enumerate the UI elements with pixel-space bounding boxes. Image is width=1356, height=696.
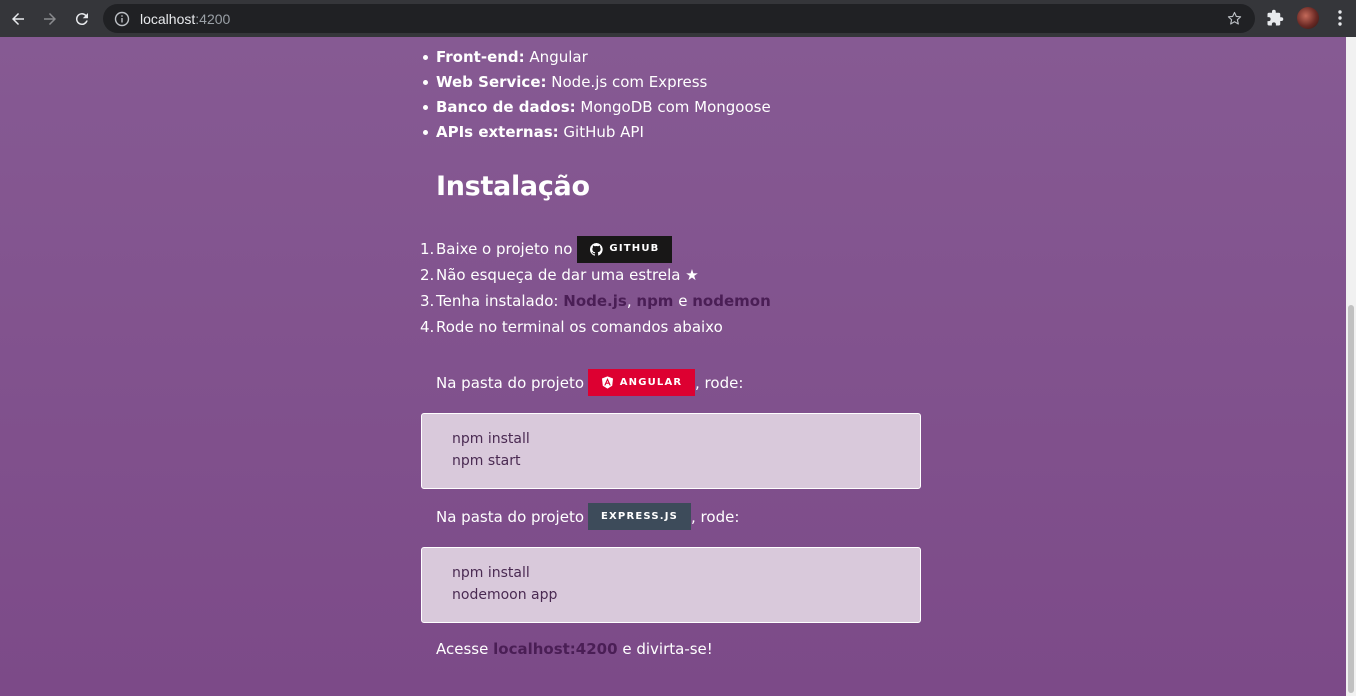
- stack-value: MongoDB com Mongoose: [575, 98, 771, 116]
- address-bar[interactable]: localhost:4200: [103, 4, 1255, 33]
- install-heading: Instalação: [436, 171, 590, 202]
- angular-badge-label: ANGULAR: [619, 377, 683, 388]
- url-text: localhost:4200: [140, 11, 230, 27]
- stack-value: GitHub API: [558, 123, 644, 141]
- bookmark-star-icon[interactable]: [1226, 10, 1243, 27]
- back-button[interactable]: [4, 5, 32, 33]
- angular-badge[interactable]: ANGULAR: [588, 369, 696, 396]
- step-text: Não esqueça de dar uma estrela ★: [436, 266, 699, 284]
- express-badge[interactable]: EXPRESS.JS: [588, 503, 692, 530]
- final-instruction: Acesse localhost:4200 e divirta-se!: [436, 640, 713, 658]
- step-number: 3.: [420, 292, 435, 310]
- para-text: e divirta-se!: [622, 640, 713, 658]
- angular-code-block: npm install npm start: [421, 413, 921, 489]
- list-item: Front-end: Angular: [420, 45, 771, 70]
- step-number: 2.: [420, 266, 435, 284]
- stack-label: Banco de dados:: [436, 98, 576, 116]
- list-item: 3. Tenha instalado: Node.js, npm e nodem…: [420, 288, 771, 314]
- tech-stack-list: Front-end: Angular Web Service: Node.js …: [420, 45, 771, 145]
- more-vert-icon[interactable]: [1332, 9, 1348, 27]
- stack-label: Front-end:: [436, 48, 525, 66]
- stack-value: Angular: [524, 48, 588, 66]
- step-number: 1.: [420, 240, 435, 258]
- express-badge-label: EXPRESS.JS: [600, 511, 679, 522]
- page-viewport: Front-end: Angular Web Service: Node.js …: [0, 37, 1346, 696]
- reload-button[interactable]: [68, 5, 96, 33]
- arrow-left-icon: [12, 12, 24, 25]
- step-text: Tenha instalado:: [436, 292, 559, 310]
- stack-label: APIs externas:: [436, 123, 559, 141]
- code-line: npm install: [452, 565, 530, 581]
- nodejs-link[interactable]: Node.js: [563, 288, 627, 314]
- list-item: Web Service: Node.js com Express: [420, 70, 771, 95]
- step-number: 4.: [420, 318, 435, 336]
- stack-label: Web Service:: [436, 73, 547, 91]
- localhost-link[interactable]: localhost:4200: [493, 640, 617, 658]
- para-text: , rode:: [691, 507, 740, 526]
- para-text: Na pasta do projeto: [436, 507, 585, 526]
- express-instruction: Na pasta do projeto EXPRESS.JS , rode:: [436, 503, 739, 530]
- info-icon[interactable]: [114, 11, 130, 27]
- extensions-puzzle-icon[interactable]: [1266, 9, 1284, 27]
- step-text: Rode no terminal os comandos abaixo: [436, 318, 723, 336]
- profile-avatar[interactable]: [1297, 7, 1319, 29]
- scrollbar-thumb[interactable]: [1348, 305, 1354, 693]
- code-line: nodemoon app: [452, 587, 558, 603]
- url-host: localhost: [140, 10, 196, 27]
- github-badge[interactable]: GITHUB: [577, 235, 673, 263]
- nodemon-link[interactable]: nodemon: [692, 288, 771, 314]
- and-text: e: [678, 292, 688, 310]
- github-badge-label: GITHUB: [609, 243, 660, 254]
- arrow-right-icon: [44, 12, 56, 25]
- list-item: APIs externas: GitHub API: [420, 120, 771, 145]
- para-text: Acesse: [436, 640, 489, 658]
- forward-button[interactable]: [36, 5, 64, 33]
- code-line: npm start: [452, 453, 521, 469]
- vertical-scrollbar[interactable]: [1346, 37, 1356, 696]
- angular-icon: [601, 376, 613, 389]
- step-text: Baixe o projeto no: [436, 240, 573, 258]
- list-item: 2. Não esqueça de dar uma estrela ★: [420, 262, 771, 288]
- list-item: Banco de dados: MongoDB com Mongoose: [420, 95, 771, 120]
- list-item: 1. Baixe o projeto no GITHUB: [420, 235, 771, 263]
- angular-instruction: Na pasta do projeto ANGULAR , rode:: [436, 369, 743, 396]
- para-text: Na pasta do projeto: [436, 373, 585, 392]
- express-code-block: npm install nodemoon app: [421, 547, 921, 623]
- code-line: npm install: [452, 431, 530, 447]
- list-item: 4. Rode no terminal os comandos abaixo: [420, 314, 771, 340]
- browser-toolbar: localhost:4200: [0, 0, 1356, 37]
- github-icon: [590, 242, 604, 256]
- url-port: :4200: [195, 10, 231, 27]
- para-text: , rode:: [695, 373, 744, 392]
- reload-icon: [75, 12, 88, 25]
- install-steps-list: 1. Baixe o projeto no GITHUB 2. Não esqu…: [420, 235, 771, 340]
- comma-text: ,: [626, 292, 632, 310]
- npm-link[interactable]: npm: [636, 288, 673, 314]
- stack-value: Node.js com Express: [546, 73, 708, 91]
